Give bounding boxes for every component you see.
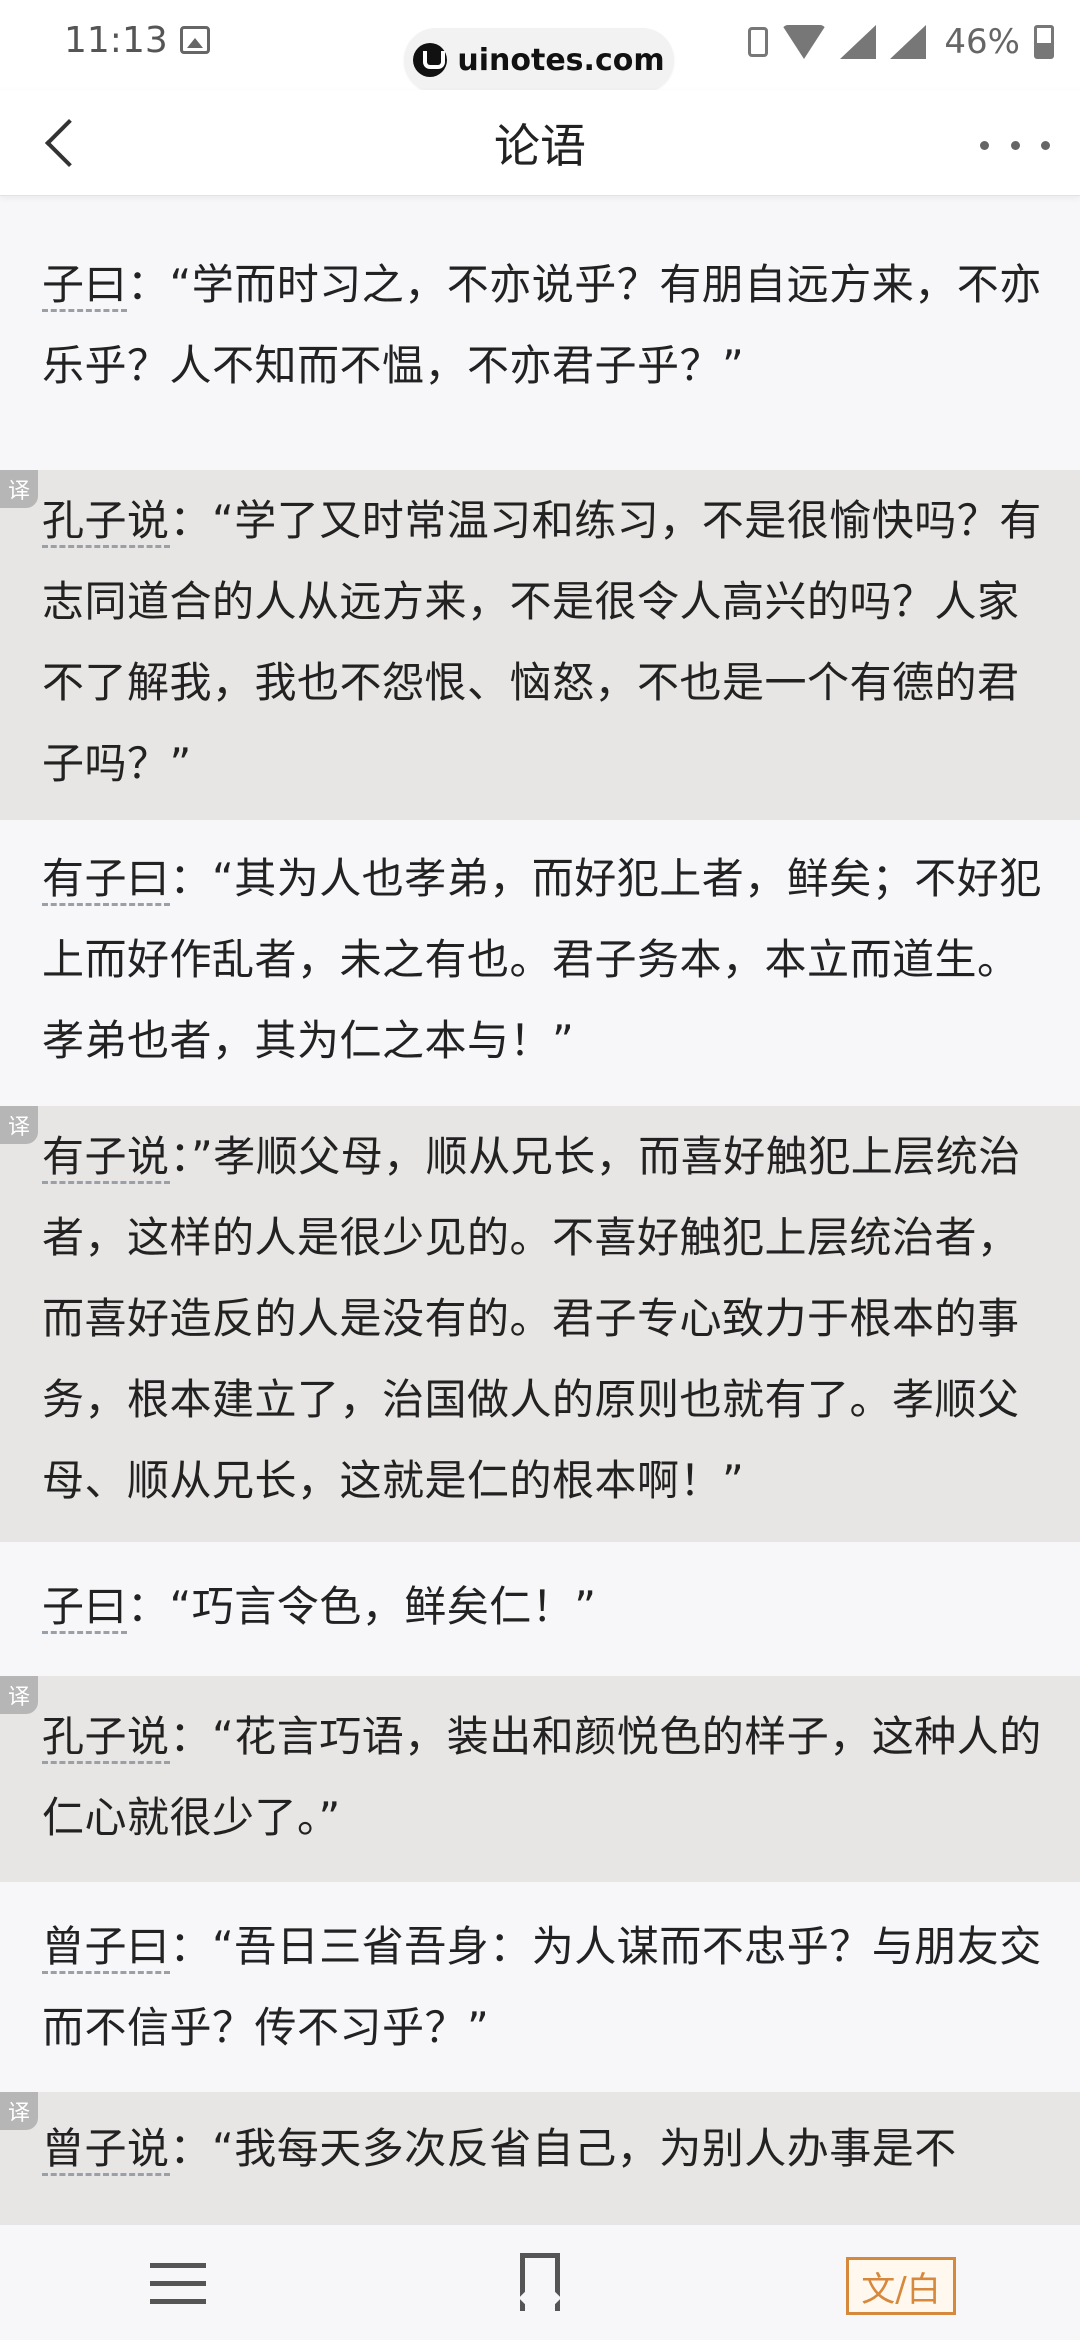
paragraph-text: ：“其为人也孝弟，而好犯上者，鲜矣；不好犯上而好作乱者，未之有也。君子务本，本立…: [42, 854, 1042, 1065]
more-dot: [1041, 140, 1050, 150]
paragraph-text: ：“我每天多次反省自己，为别人办事是不: [169, 2124, 957, 2173]
more-icon: [980, 140, 989, 150]
paragraph: 曾子曰：“吾日三省吾身：为人谋而不忠乎？与朋友交而不信乎？传不习乎？”: [42, 1906, 1046, 2068]
status-icons: 46%: [748, 20, 1054, 64]
bookmark-button[interactable]: [516, 2253, 566, 2320]
site-logo-icon: [413, 43, 448, 77]
translation-badge: 译: [0, 470, 38, 508]
paragraph: 子曰：“学而时习之，不亦说乎？有朋自远方来，不亦乐乎？人不知而不愠，不亦君子乎？…: [42, 244, 1046, 406]
translation-block: 译 孔子说：“花言巧语，装出和颜悦色的样子，这种人的仁心就很少了。”: [0, 1676, 1080, 1882]
paragraph-text: ：“巧言令色，鲜矣仁！”: [127, 1582, 597, 1631]
speaker-term[interactable]: 子曰: [42, 260, 128, 312]
paragraph: 有子说：”孝顺父母，顺从兄长，而喜好触犯上层统治者，这样的人是很少见的。不喜好触…: [42, 1116, 1046, 1521]
translation-badge: 译: [0, 1106, 38, 1144]
url-text: uinotes.com: [457, 42, 665, 78]
signal-icon: [840, 25, 877, 59]
paragraph: 孔子说：“学了又时常温习和练习，不是很愉快吗？有志同道合的人从远方来，不是很令人…: [42, 480, 1046, 804]
paragraph: 孔子说：“花言巧语，装出和颜悦色的样子，这种人的仁心就很少了。”: [42, 1696, 1046, 1858]
speaker-term[interactable]: 有子曰: [42, 854, 170, 906]
paragraph-text: ：“学而时习之，不亦说乎？有朋自远方来，不亦乐乎？人不知而不愠，不亦君子乎？”: [42, 260, 1042, 390]
signal-icon-2: [890, 25, 927, 59]
original-block: 有子曰：“其为人也孝弟，而好犯上者，鲜矣；不好犯上而好作乱者，未之有也。君子务本…: [0, 820, 1080, 1106]
paragraph: 子曰：“巧言令色，鲜矣仁！”: [42, 1566, 1046, 1647]
paragraph: 曾子说：“我每天多次反省自己，为别人办事是不: [42, 2108, 1046, 2189]
original-block: 曾子曰：“吾日三省吾身：为人谋而不忠乎？与朋友交而不信乎？传不习乎？”: [0, 1882, 1080, 2092]
original-block: 子曰：“学而时习之，不亦说乎？有朋自远方来，不亦乐乎？人不知而不愠，不亦君子乎？…: [0, 196, 1080, 470]
menu-button[interactable]: [150, 2257, 210, 2311]
paragraph-text: ：“花言巧语，装出和颜悦色的样子，这种人的仁心就很少了。”: [42, 1712, 1042, 1842]
speaker-term[interactable]: 孔子说: [42, 1712, 170, 1764]
paragraph-text: ：“学了又时常温习和练习，不是很愉快吗？有志同道合的人从远方来，不是很令人高兴的…: [42, 496, 1042, 788]
more-dot: [1010, 140, 1020, 150]
translation-block: 译 有子说：”孝顺父母，顺从兄长，而喜好触犯上层统治者，这样的人是很少见的。不喜…: [0, 1106, 1080, 1542]
paragraph-text: ：”孝顺父母，顺从兄长，而喜好触犯上层统治者，这样的人是很少见的。不喜好触犯上层…: [42, 1132, 1021, 1505]
speaker-term[interactable]: 子曰: [42, 1582, 128, 1634]
paragraph-text: ：“吾日三省吾身：为人谋而不忠乎？与朋友交而不信乎？传不习乎？”: [42, 1922, 1042, 2052]
reading-content[interactable]: 子曰：“学而时习之，不亦说乎？有朋自远方来，不亦乐乎？人不知而不愠，不亦君子乎？…: [0, 196, 1080, 2224]
url-pill[interactable]: uinotes.com: [404, 28, 674, 92]
translation-badge: 译: [0, 2092, 38, 2130]
translation-block: 译 曾子说：“我每天多次反省自己，为别人办事是不: [0, 2092, 1080, 2224]
speaker-term[interactable]: 曾子说: [42, 2124, 170, 2176]
wifi-icon: [782, 25, 827, 59]
translation-badge: 译: [0, 1676, 38, 1714]
vibrate-icon: [748, 27, 769, 57]
speaker-term[interactable]: 孔子说: [42, 496, 170, 548]
original-block: 子曰：“巧言令色，鲜矣仁！”: [0, 1542, 1080, 1676]
status-bar: 11:13 uinotes.com 46%: [0, 0, 1080, 92]
nav-bar: 论语: [0, 90, 1080, 196]
bottom-toolbar: 文/白: [0, 2224, 1080, 2340]
speaker-term[interactable]: 曾子曰: [42, 1922, 170, 1974]
translation-block: 译 孔子说：“学了又时常温习和练习，不是很愉快吗？有志同道合的人从远方来，不是很…: [0, 470, 1080, 820]
classical-vernacular-toggle-button[interactable]: 文/白: [846, 2257, 956, 2315]
page-title: 论语: [494, 119, 586, 173]
battery-icon: [1034, 25, 1054, 59]
gallery-icon: [180, 26, 210, 54]
speaker-term[interactable]: 有子说: [42, 1132, 170, 1184]
status-time: 11:13: [64, 20, 168, 61]
more-button[interactable]: [980, 120, 1050, 170]
paragraph: 有子曰：“其为人也孝弟，而好犯上者，鲜矣；不好犯上而好作乱者，未之有也。君子务本…: [42, 838, 1046, 1081]
battery-percent: 46%: [944, 22, 1020, 62]
